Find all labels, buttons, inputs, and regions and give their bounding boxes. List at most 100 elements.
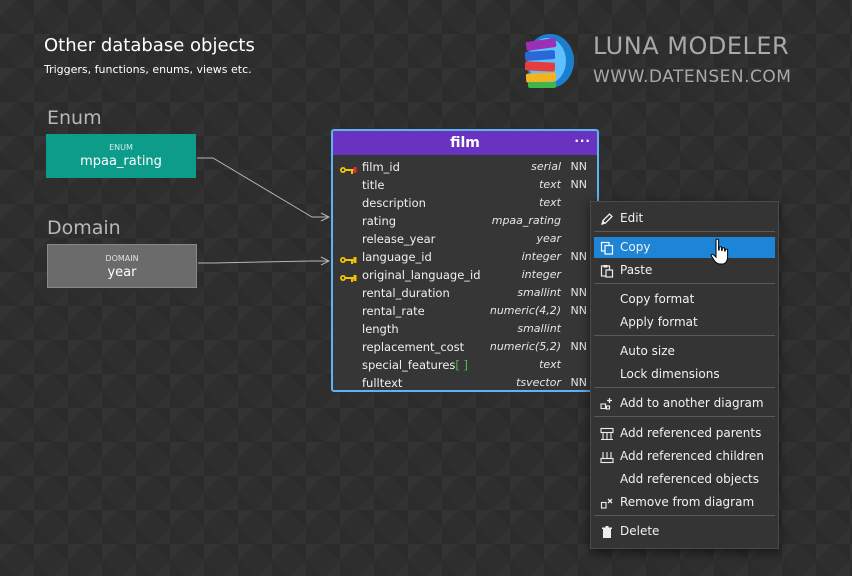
menu-item-add-referenced-objects[interactable]: Add referenced objects bbox=[594, 469, 775, 490]
column-type: text bbox=[539, 178, 561, 191]
menu-item-label: Add referenced children bbox=[620, 449, 764, 463]
column-name: replacement_cost bbox=[362, 338, 464, 356]
enum-connector-arrow bbox=[320, 212, 331, 222]
menu-item-label: Apply format bbox=[620, 315, 698, 329]
column-name-text: special_features bbox=[362, 358, 456, 372]
menu-item-label: Remove from diagram bbox=[620, 495, 755, 509]
column-not-null: NN bbox=[570, 304, 587, 317]
table-column-row[interactable]: special_features[ ] text bbox=[333, 356, 597, 374]
menu-item-delete[interactable]: Delete bbox=[594, 521, 775, 542]
domain-section-label: Domain bbox=[47, 217, 121, 239]
column-name-text: rental_duration bbox=[362, 286, 450, 300]
menu-item-copy-format[interactable]: Copy format bbox=[594, 289, 775, 310]
foreign-key-icon bbox=[339, 252, 357, 264]
column-type: integer bbox=[521, 268, 561, 281]
column-name: language_id bbox=[362, 248, 432, 266]
column-name: rental_duration bbox=[362, 284, 450, 302]
table-column-row[interactable]: title text NN bbox=[333, 176, 597, 194]
column-not-null: NN bbox=[570, 340, 587, 353]
column-type: mpaa_rating bbox=[491, 214, 561, 227]
column-type: smallint bbox=[517, 322, 561, 335]
column-not-null: NN bbox=[570, 286, 587, 299]
column-name-text: length bbox=[362, 322, 399, 336]
paste-icon bbox=[600, 264, 614, 278]
column-name-text: language_id bbox=[362, 250, 432, 264]
menu-item-label: Paste bbox=[620, 263, 653, 277]
column-name-text: original_language_id bbox=[362, 268, 481, 282]
page-title: Other database objects bbox=[44, 35, 255, 56]
column-type: serial bbox=[531, 160, 561, 173]
column-name: film_id bbox=[362, 158, 400, 176]
column-type: smallint bbox=[517, 286, 561, 299]
table-column-row[interactable]: language_id integer NN bbox=[333, 248, 597, 266]
menu-item-label: Copy format bbox=[620, 292, 695, 306]
table-column-row[interactable]: film_id serial NN bbox=[333, 158, 597, 176]
column-type: numeric(4,2) bbox=[489, 304, 561, 317]
context-menu: Edit Copy Paste Copy format Apply format Auto… bbox=[590, 201, 779, 549]
table-column-row[interactable]: rental_duration smallint NN bbox=[333, 284, 597, 302]
enum-connector-line bbox=[197, 157, 328, 218]
table-column-row[interactable]: release_year year bbox=[333, 230, 597, 248]
enum-object[interactable]: ENUM mpaa_rating bbox=[46, 134, 196, 178]
menu-item-label: Add to another diagram bbox=[620, 396, 764, 410]
column-name: fulltext bbox=[362, 374, 403, 390]
table-menu-button[interactable]: ··· bbox=[574, 131, 591, 153]
menu-item-apply-format[interactable]: Apply format bbox=[594, 312, 775, 333]
menu-item-edit[interactable]: Edit bbox=[594, 208, 775, 229]
menu-item-add-referenced-children[interactable]: Add referenced children bbox=[594, 446, 775, 467]
menu-item-copy[interactable]: Copy bbox=[594, 237, 775, 258]
menu-item-label: Add referenced parents bbox=[620, 426, 762, 440]
column-type: text bbox=[539, 196, 561, 209]
table-column-row[interactable]: length smallint bbox=[333, 320, 597, 338]
column-name: release_year bbox=[362, 230, 435, 248]
column-not-null: NN bbox=[570, 376, 587, 389]
table-column-row[interactable]: replacement_cost numeric(5,2) NN bbox=[333, 338, 597, 356]
menu-item-add-to-another-diagram[interactable]: Add to another diagram bbox=[594, 393, 775, 414]
table-column-row[interactable]: fulltext tsvector NN bbox=[333, 374, 597, 390]
menu-separator bbox=[594, 515, 775, 516]
menu-item-lock-dimensions[interactable]: Lock dimensions bbox=[594, 364, 775, 385]
domain-object[interactable]: DOMAIN year bbox=[47, 244, 197, 288]
enum-section-label: Enum bbox=[47, 107, 102, 129]
column-type: text bbox=[539, 358, 561, 371]
column-name-text: title bbox=[362, 178, 385, 192]
menu-item-remove-from-diagram[interactable]: Remove from diagram bbox=[594, 492, 775, 513]
column-name: description bbox=[362, 194, 426, 212]
domain-name: year bbox=[107, 265, 137, 280]
table-column-row[interactable]: rental_rate numeric(4,2) NN bbox=[333, 302, 597, 320]
referenced-children-icon bbox=[600, 450, 614, 464]
column-name-text: fulltext bbox=[362, 376, 403, 390]
enum-name: mpaa_rating bbox=[80, 154, 162, 169]
column-type: year bbox=[536, 232, 561, 245]
column-list: film_id serial NN title text NN description tex… bbox=[333, 155, 597, 390]
menu-separator bbox=[594, 416, 775, 417]
table-column-row[interactable]: rating mpaa_rating bbox=[333, 212, 597, 230]
menu-item-paste[interactable]: Paste bbox=[594, 260, 775, 281]
column-type: tsvector bbox=[516, 376, 561, 389]
film-table[interactable]: film ··· film_id serial NN title text NN descr… bbox=[331, 129, 599, 392]
menu-item-label: Delete bbox=[620, 524, 660, 538]
referenced-parents-icon bbox=[600, 427, 614, 441]
column-name-text: rating bbox=[362, 214, 397, 228]
table-column-row[interactable]: original_language_id integer bbox=[333, 266, 597, 284]
column-name: original_language_id bbox=[362, 266, 481, 284]
menu-item-add-referenced-parents[interactable]: Add referenced parents bbox=[594, 423, 775, 444]
hand-cursor-icon bbox=[710, 238, 729, 265]
domain-kind-label: DOMAIN bbox=[105, 254, 139, 263]
table-column-row[interactable]: description text bbox=[333, 194, 597, 212]
domain-connector-arrow bbox=[320, 256, 331, 266]
column-not-null: NN bbox=[570, 250, 587, 263]
menu-item-label: Copy bbox=[620, 240, 651, 254]
film-table-header[interactable]: film ··· bbox=[333, 131, 597, 155]
menu-item-label: Lock dimensions bbox=[620, 367, 720, 381]
books-stack-icon bbox=[524, 34, 574, 88]
menu-item-auto-size[interactable]: Auto size bbox=[594, 341, 775, 362]
column-name: length bbox=[362, 320, 399, 338]
brand-name: LUNA MODELER bbox=[593, 32, 790, 60]
column-not-null: NN bbox=[570, 160, 587, 173]
menu-separator bbox=[594, 335, 775, 336]
primary-key-icon bbox=[339, 162, 357, 174]
add-to-diagram-icon bbox=[600, 397, 614, 411]
column-type: integer bbox=[521, 250, 561, 263]
column-name: rental_rate bbox=[362, 302, 425, 320]
